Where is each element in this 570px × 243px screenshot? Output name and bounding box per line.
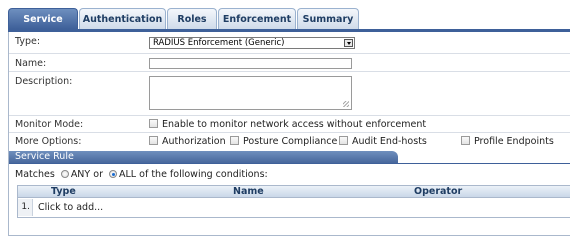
- tab-authentication[interactable]: Authentication: [79, 8, 166, 29]
- audit-end-hosts-option[interactable]: Audit End-hosts: [339, 136, 427, 147]
- profile-endpoints-text: Profile Endpoints: [474, 136, 554, 147]
- posture-compliance-option[interactable]: Posture Compliance: [230, 136, 337, 147]
- name-row: Name:: [9, 54, 570, 72]
- resize-grip-icon[interactable]: [343, 101, 349, 107]
- type-row: Type: RADIUS Enforcement (Generic): [9, 32, 570, 54]
- description-row: Description:: [9, 72, 570, 116]
- name-input[interactable]: [149, 58, 352, 69]
- match-all-label: ALL: [119, 169, 137, 180]
- more-options-row: More Options: Authorization Posture Comp…: [9, 133, 570, 150]
- column-header-operator[interactable]: Operator: [414, 186, 462, 198]
- monitor-mode-option[interactable]: Enable to monitor network access without…: [149, 119, 426, 130]
- match-any-label: ANY: [70, 169, 91, 180]
- monitor-mode-checkbox[interactable]: [149, 119, 158, 128]
- match-all-radio[interactable]: [109, 170, 118, 178]
- audit-end-hosts-checkbox[interactable]: [339, 136, 348, 145]
- audit-end-hosts-text: Audit End-hosts: [352, 136, 427, 147]
- service-rule-header: Service Rule: [9, 151, 398, 163]
- more-options-label: More Options:: [15, 136, 82, 147]
- authorization-text: Authorization: [162, 136, 226, 147]
- column-header-type[interactable]: Type: [51, 186, 76, 198]
- row-number: 1.: [18, 199, 33, 216]
- tab-label: Service: [23, 13, 63, 25]
- type-select-value: RADIUS Enforcement (Generic): [153, 38, 285, 48]
- monitor-mode-row: Monitor Mode: Enable to monitor network …: [9, 116, 570, 133]
- column-header-name[interactable]: Name: [233, 186, 264, 198]
- tab-label: Roles: [177, 13, 207, 25]
- monitor-mode-text: Enable to monitor network access without…: [162, 119, 427, 130]
- matches-prefix: Matches: [15, 169, 55, 180]
- service-rule-title: Service Rule: [15, 151, 74, 162]
- type-label: Type:: [15, 36, 41, 47]
- click-to-add-link[interactable]: Click to add...: [38, 199, 103, 216]
- tab-label: Authentication: [82, 13, 163, 25]
- tab-service[interactable]: Service: [8, 8, 78, 29]
- match-any-radio[interactable]: [60, 170, 69, 178]
- tab-summary[interactable]: Summary: [297, 8, 359, 29]
- conditions-table-header: Type Name Operator: [18, 186, 570, 198]
- tab-label: Enforcement: [222, 13, 292, 25]
- type-select[interactable]: RADIUS Enforcement (Generic): [149, 37, 355, 49]
- profile-endpoints-option[interactable]: Profile Endpoints: [461, 136, 554, 147]
- authorization-option[interactable]: Authorization: [149, 136, 226, 147]
- tab-label: Summary: [302, 13, 354, 25]
- description-label: Description:: [15, 76, 73, 87]
- profile-endpoints-checkbox[interactable]: [461, 136, 470, 145]
- service-rule-divider: [9, 163, 570, 164]
- service-form-panel: Type: RADIUS Enforcement (Generic) Name:…: [8, 32, 570, 236]
- description-textarea[interactable]: [149, 76, 352, 110]
- tab-enforcement[interactable]: Enforcement: [218, 8, 296, 29]
- name-label: Name:: [15, 58, 47, 69]
- chevron-down-icon[interactable]: [344, 39, 353, 47]
- authorization-checkbox[interactable]: [149, 136, 158, 145]
- tab-roles[interactable]: Roles: [167, 8, 217, 29]
- matches-suffix: of the following conditions:: [139, 169, 268, 180]
- conditions-table: Type Name Operator 1. Click to add...: [17, 185, 570, 218]
- posture-compliance-text: Posture Compliance: [243, 136, 338, 147]
- monitor-mode-label: Monitor Mode:: [15, 119, 84, 130]
- match-selector: Matches ANY or ALL of the following cond…: [15, 169, 268, 180]
- posture-compliance-checkbox[interactable]: [230, 136, 239, 145]
- tab-bar: Service Authentication Roles Enforcement…: [8, 8, 360, 29]
- match-or-label: or: [93, 169, 103, 180]
